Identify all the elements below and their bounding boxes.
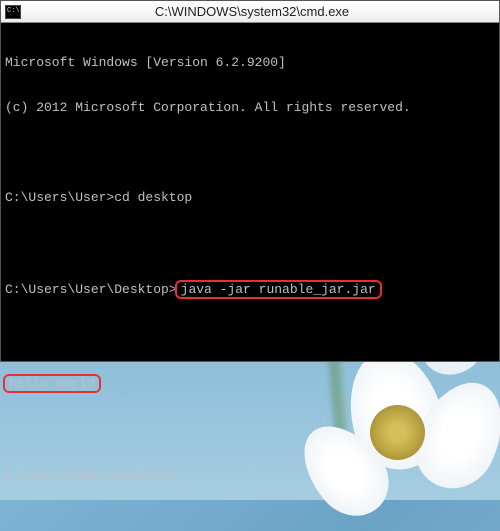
terminal-command: cd desktop <box>114 190 192 205</box>
highlighted-output: hello world <box>3 374 101 393</box>
terminal-header-line: (c) 2012 Microsoft Corporation. All righ… <box>5 100 495 115</box>
titlebar[interactable]: C:\WINDOWS\system32\cmd.exe <box>1 1 499 23</box>
cmd-window[interactable]: C:\WINDOWS\system32\cmd.exe Microsoft Wi… <box>0 0 500 362</box>
cmd-icon <box>5 5 21 19</box>
terminal-cursor: _ <box>177 468 185 483</box>
terminal-prompt: C:\Users\User> <box>5 190 114 205</box>
terminal-header-line: Microsoft Windows [Version 6.2.9200] <box>5 55 495 70</box>
terminal-blank-line <box>5 329 495 344</box>
terminal-blank-line <box>5 145 495 160</box>
terminal-output-line: hello world <box>5 374 495 393</box>
terminal-current-prompt-line: C:\Users\User\Desktop>_ <box>5 468 495 483</box>
highlighted-command: java -jar runable_jar.jar <box>175 280 382 299</box>
terminal-prompt: C:\Users\User\Desktop> <box>5 468 177 483</box>
terminal-command-line: C:\Users\User\Desktop>java -jar runable_… <box>5 280 495 299</box>
terminal-command-line: C:\Users\User>cd desktop <box>5 190 495 205</box>
terminal-blank-line <box>5 235 495 250</box>
terminal-output-area[interactable]: Microsoft Windows [Version 6.2.9200] (c)… <box>1 23 499 515</box>
terminal-blank-line <box>5 423 495 438</box>
terminal-prompt: C:\Users\User\Desktop> <box>5 282 177 297</box>
window-title: C:\WINDOWS\system32\cmd.exe <box>9 4 495 19</box>
